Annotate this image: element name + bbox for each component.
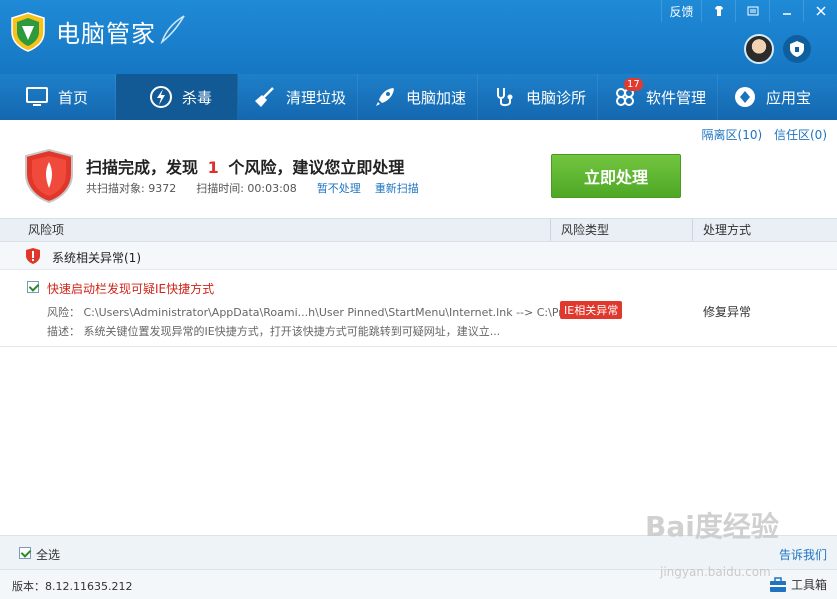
risk-path-label: 风险： [47,306,80,319]
app-title: 电脑管家 [56,20,156,48]
risk-item-row[interactable]: 快速启动栏发现可疑IE快捷方式 风险： C:\Users\Administrat… [0,270,837,347]
monitor-icon [24,84,50,110]
risk-item-checkbox[interactable] [27,281,39,293]
tab-cleanup-label: 清理垃圾 [286,88,347,107]
result-title-prefix: 扫描完成，发现 [86,158,199,177]
scan-summary: 扫描完成，发现 1 个风险，建议您立即处理 共扫描对象: 9372 扫描时间: … [0,138,837,216]
user-avatar[interactable] [744,34,774,64]
risk-path-line: 风险： C:\Users\Administrator\AppData\Roami… [47,304,598,320]
risk-desc-value: 系统关键位置发现异常的IE快捷方式，打开该快捷方式可能跳转到可疑网址，建议立..… [83,325,501,338]
tab-appstore-label: 应用宝 [766,88,812,107]
close-icon[interactable] [803,0,837,22]
antivirus-icon [148,84,174,110]
tab-software[interactable]: 17 软件管理 [598,74,718,120]
scan-result-panel: 隔离区(10) 信任区(0) 扫描完成，发现 1 个风险，建议您立即处理 共扫描… [0,120,837,569]
toolbox-label: 工具箱 [790,578,827,592]
minimize-icon[interactable] [769,0,803,22]
col-action: 处理方式 [692,219,837,241]
title-bar: 电脑管家 反馈 [0,0,837,74]
tab-home-label: 首页 [58,88,89,107]
app-logo-icon [11,12,45,52]
toolbox-icon [769,576,786,592]
risk-group-label: 系统相关异常(1) [52,251,141,265]
skin-icon[interactable] [701,0,735,22]
tab-home[interactable]: 首页 [0,74,116,120]
col-risk-item: 风险项 [28,223,65,237]
result-title-suffix: 个风险，建议您立即处理 [228,158,405,177]
version-text: 版本：8.12.11635.212 [12,580,133,593]
danger-shield-icon [25,148,73,204]
risk-item-title: 快速启动栏发现可疑IE快捷方式 [47,282,215,296]
broom-icon [252,84,278,110]
risk-count: 1 [207,158,219,177]
scanned-objects: 共扫描对象: 9372 [86,182,177,195]
appstore-icon [732,84,758,110]
tab-speedup-label: 电脑加速 [406,88,467,107]
account-shield-icon[interactable] [783,35,811,63]
tell-us-link[interactable]: 告诉我们 [779,546,827,563]
tab-appstore[interactable]: 应用宝 [718,74,837,120]
window-controls: 反馈 [661,0,837,22]
col-risk-type: 风险类型 [550,219,692,241]
menu-icon[interactable] [735,0,769,22]
software-update-badge: 17 [624,78,643,91]
tab-antivirus[interactable]: 杀毒 [116,74,238,120]
risk-desc-line: 描述： 系统关键位置发现异常的IE快捷方式，打开该快捷方式可能跳转到可疑网址，建… [47,323,500,339]
feedback-link[interactable]: 反馈 [661,0,701,22]
scan-result-title: 扫描完成，发现 1 个风险，建议您立即处理 [86,154,404,178]
stethoscope-icon [492,84,518,110]
select-all-checkbox[interactable] [19,547,31,559]
scan-time: 扫描时间: 00:03:08 [196,182,297,195]
skip-link[interactable]: 暂不处理 [317,180,361,196]
handle-now-button[interactable]: 立即处理 [551,154,681,198]
tab-clinic-label: 电脑诊所 [526,88,587,107]
tab-software-label: 软件管理 [646,88,707,107]
title-leaf-icon [160,15,185,44]
tab-speedup[interactable]: 电脑加速 [358,74,478,120]
risk-path-value: C:\Users\Administrator\AppData\Roami...h… [83,306,599,319]
rescan-link[interactable]: 重新扫描 [375,180,419,196]
select-all-label[interactable]: 全选 [36,546,60,563]
risk-type-badge: IE相关异常 [560,301,623,319]
risk-table-header: 风险项 风险类型 处理方式 [0,218,837,242]
tab-clinic[interactable]: 电脑诊所 [478,74,598,120]
tab-cleanup[interactable]: 清理垃圾 [238,74,358,120]
rocket-icon [372,84,398,110]
tab-antivirus-label: 杀毒 [182,88,213,107]
baidu-watermark: Bai度经验 [645,510,779,543]
risk-group-row[interactable]: 系统相关异常(1) [0,242,837,270]
risk-desc-label: 描述： [47,325,80,338]
toolbox-button[interactable]: 工具箱 [769,576,827,593]
scan-meta: 共扫描对象: 9372 扫描时间: 00:03:08 暂不处理 重新扫描 [86,180,433,196]
baidu-watermark-url: jingyan.baidu.com [660,565,771,579]
main-nav: 首页 杀毒 清理垃圾 电脑加速 电脑诊所 17 软件管理 应用宝 [0,74,837,120]
risk-action-select[interactable]: 修复异常 [703,303,751,320]
warning-shield-icon [26,248,40,264]
